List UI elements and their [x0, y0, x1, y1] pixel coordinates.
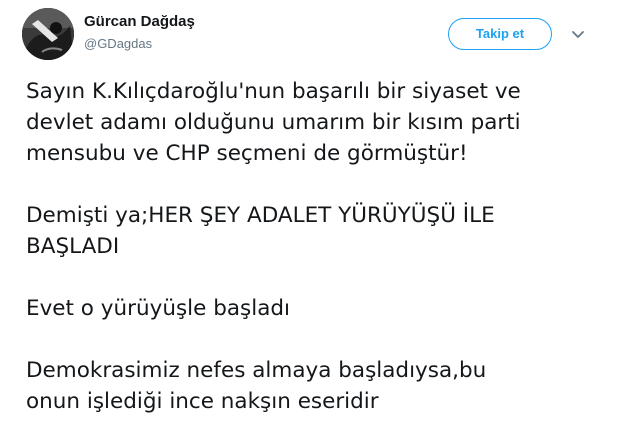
- chevron-down-icon[interactable]: [568, 24, 588, 44]
- tweet-line: Evet o yürüyüşle başladı: [26, 296, 290, 321]
- follow-button[interactable]: Takip et: [448, 18, 552, 50]
- tweet-card: Gürcan Dağdaş @GDagdas Takip et Sayın K.…: [0, 0, 620, 429]
- tweet-header: Gürcan Dağdaş @GDagdas Takip et: [22, 8, 598, 64]
- tweet-line: onun işlediği ince nakşın eseridir: [26, 389, 379, 414]
- tweet-line: Sayın K.Kılıçdaroğlu'nun başarılı bir si…: [26, 79, 521, 104]
- avatar[interactable]: [22, 8, 74, 60]
- tweet-line: mensubu ve CHP seçmeni de görmüştür!: [26, 141, 468, 166]
- avatar-image: [22, 8, 74, 60]
- tweet-line: devlet adamı olduğunu umarım bir kısım p…: [26, 110, 521, 135]
- user-handle[interactable]: @GDagdas: [84, 35, 195, 53]
- tweet-line: Demişti ya;HER ŞEY ADALET YÜRÜYÜŞÜ İLE: [26, 203, 495, 228]
- tweet-line: BAŞLADI: [26, 234, 120, 259]
- user-names: Gürcan Dağdaş @GDagdas: [84, 12, 195, 53]
- tweet-text: Sayın K.Kılıçdaroğlu'nun başarılı bir si…: [26, 76, 606, 417]
- display-name[interactable]: Gürcan Dağdaş: [84, 12, 195, 32]
- tweet-line: Demokrasimiz nefes almaya başladıysa,bu: [26, 358, 487, 383]
